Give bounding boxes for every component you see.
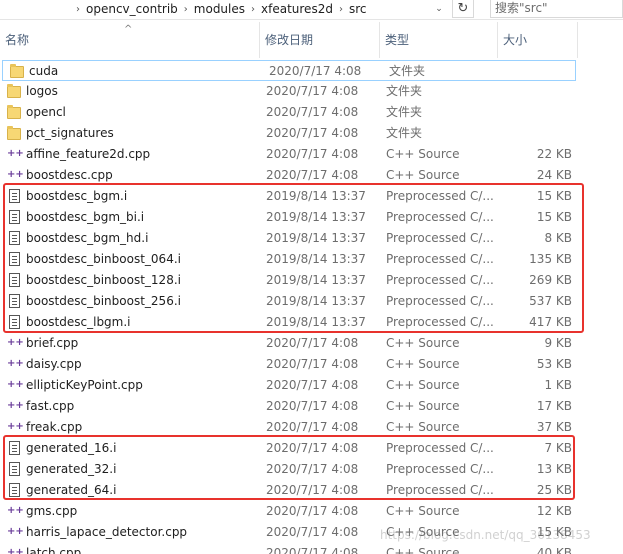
file-date: 2020/7/17 4:08 <box>266 399 359 413</box>
file-type: 文件夹 <box>386 84 423 98</box>
file-name: daisy.cpp <box>26 357 82 371</box>
file-size: 1 KB <box>544 378 572 392</box>
file-row[interactable]: ++ brief.cpp 2020/7/17 4:08 C++ Source 9 KB <box>0 333 580 354</box>
file-type: C++ Source <box>386 357 460 371</box>
file-row[interactable]: cuda 2020/7/17 4:08 文件夹 <box>2 60 576 81</box>
file-name: fast.cpp <box>26 399 75 413</box>
folder-icon <box>10 64 24 78</box>
file-name: pct_signatures <box>26 126 114 140</box>
file-row[interactable]: ++ affine_feature2d.cpp 2020/7/17 4:08 C++ … <box>0 144 580 165</box>
cpp-file-icon: ++ <box>7 400 24 411</box>
chevron-right-icon[interactable]: › <box>251 4 255 15</box>
refresh-icon[interactable]: ↻ <box>452 0 474 18</box>
file-size: 9 KB <box>544 336 572 350</box>
file-row[interactable]: ++ gms.cpp 2020/7/17 4:08 C++ Source 12 KB <box>0 501 580 522</box>
chevron-right-icon[interactable]: › <box>184 4 188 15</box>
file-name: logos <box>26 84 58 98</box>
chevron-right-icon[interactable]: › <box>339 4 343 15</box>
file-size: 40 KB <box>536 546 572 554</box>
cpp-file-icon: ++ <box>7 379 24 390</box>
column-header-size[interactable]: 大小 <box>498 22 578 58</box>
search-input[interactable]: 搜索"src" <box>490 0 623 18</box>
file-type: 文件夹 <box>389 64 426 78</box>
file-name: latch.cpp <box>26 546 82 554</box>
highlight-box-generated <box>3 435 575 500</box>
breadcrumb-item-opencv-contrib[interactable]: opencv_contrib <box>86 2 178 16</box>
cpp-file-icon: ++ <box>7 148 24 159</box>
file-type: C++ Source <box>386 546 460 554</box>
file-size: 12 KB <box>536 504 572 518</box>
file-name: cuda <box>29 64 59 78</box>
file-row[interactable]: ++ daisy.cpp 2020/7/17 4:08 C++ Source 53 KB <box>0 354 580 375</box>
file-date: 2020/7/17 4:08 <box>266 378 359 392</box>
folder-icon <box>7 105 21 119</box>
folder-icon <box>7 126 21 140</box>
file-row[interactable]: ++ fast.cpp 2020/7/17 4:08 C++ Source 17 KB <box>0 396 580 417</box>
file-type: C++ Source <box>386 504 460 518</box>
column-header-type[interactable]: 类型 <box>380 22 498 58</box>
file-type: C++ Source <box>386 147 460 161</box>
breadcrumb-item-src[interactable]: src <box>349 2 367 16</box>
file-name: brief.cpp <box>26 336 79 350</box>
file-name: gms.cpp <box>26 504 78 518</box>
file-name: opencl <box>26 105 66 119</box>
column-header-date[interactable]: 修改日期 <box>260 22 380 58</box>
file-row[interactable]: ++ ellipticKeyPoint.cpp 2020/7/17 4:08 C++ … <box>0 375 580 396</box>
file-date: 2020/7/17 4:08 <box>266 336 359 350</box>
file-name: affine_feature2d.cpp <box>26 147 151 161</box>
file-type: C++ Source <box>386 336 460 350</box>
file-date: 2020/7/17 4:08 <box>266 126 359 140</box>
folder-icon <box>7 84 21 98</box>
chevron-right-icon: › <box>76 3 80 15</box>
column-header-row: ^ 名称 修改日期 类型 大小 <box>0 22 623 58</box>
cpp-file-icon: ++ <box>7 505 24 516</box>
column-header-name[interactable]: 名称 <box>0 22 260 58</box>
file-name: ellipticKeyPoint.cpp <box>26 378 143 392</box>
address-bar: › opencv_contrib › modules › xfeatures2d… <box>0 0 623 20</box>
file-size: 22 KB <box>536 147 572 161</box>
breadcrumb-item-xfeatures2d[interactable]: xfeatures2d <box>261 2 333 16</box>
file-row[interactable]: pct_signatures 2020/7/17 4:08 文件夹 <box>0 123 580 144</box>
cpp-file-icon: ++ <box>7 169 24 180</box>
file-date: 2020/7/17 4:08 <box>266 504 359 518</box>
file-date: 2020/7/17 4:08 <box>266 546 359 554</box>
file-type: C++ Source <box>386 399 460 413</box>
file-type: C++ Source <box>386 378 460 392</box>
highlight-box-boostdesc <box>3 183 584 333</box>
cpp-file-icon: ++ <box>7 337 24 348</box>
file-date: 2020/7/17 4:08 <box>266 525 359 539</box>
file-name: harris_lapace_detector.cpp <box>26 525 188 539</box>
breadcrumb: › opencv_contrib › modules › xfeatures2d… <box>70 0 446 18</box>
cpp-file-icon: ++ <box>7 421 24 432</box>
watermark: https://blog.csdn.net/qq_36138453 <box>380 528 591 542</box>
file-row[interactable]: ++ latch.cpp 2020/7/17 4:08 C++ Source 40 KB <box>0 543 580 554</box>
file-row[interactable]: opencl 2020/7/17 4:08 文件夹 <box>0 102 580 123</box>
file-size: 17 KB <box>536 399 572 413</box>
file-date: 2020/7/17 4:08 <box>266 357 359 371</box>
cpp-file-icon: ++ <box>7 547 24 554</box>
chevron-down-icon[interactable]: ⌄ <box>432 2 446 16</box>
cpp-file-icon: ++ <box>7 526 24 537</box>
file-size: 53 KB <box>536 357 572 371</box>
file-date: 2020/7/17 4:08 <box>266 147 359 161</box>
file-date: 2020/7/17 4:08 <box>266 105 359 119</box>
file-date: 2020/7/17 4:08 <box>266 84 359 98</box>
file-type: 文件夹 <box>386 126 423 140</box>
file-type: 文件夹 <box>386 105 423 119</box>
file-date: 2020/7/17 4:08 <box>269 64 362 78</box>
cpp-file-icon: ++ <box>7 358 24 369</box>
breadcrumb-item-modules[interactable]: modules <box>194 2 245 16</box>
file-row[interactable]: logos 2020/7/17 4:08 文件夹 <box>0 81 580 102</box>
